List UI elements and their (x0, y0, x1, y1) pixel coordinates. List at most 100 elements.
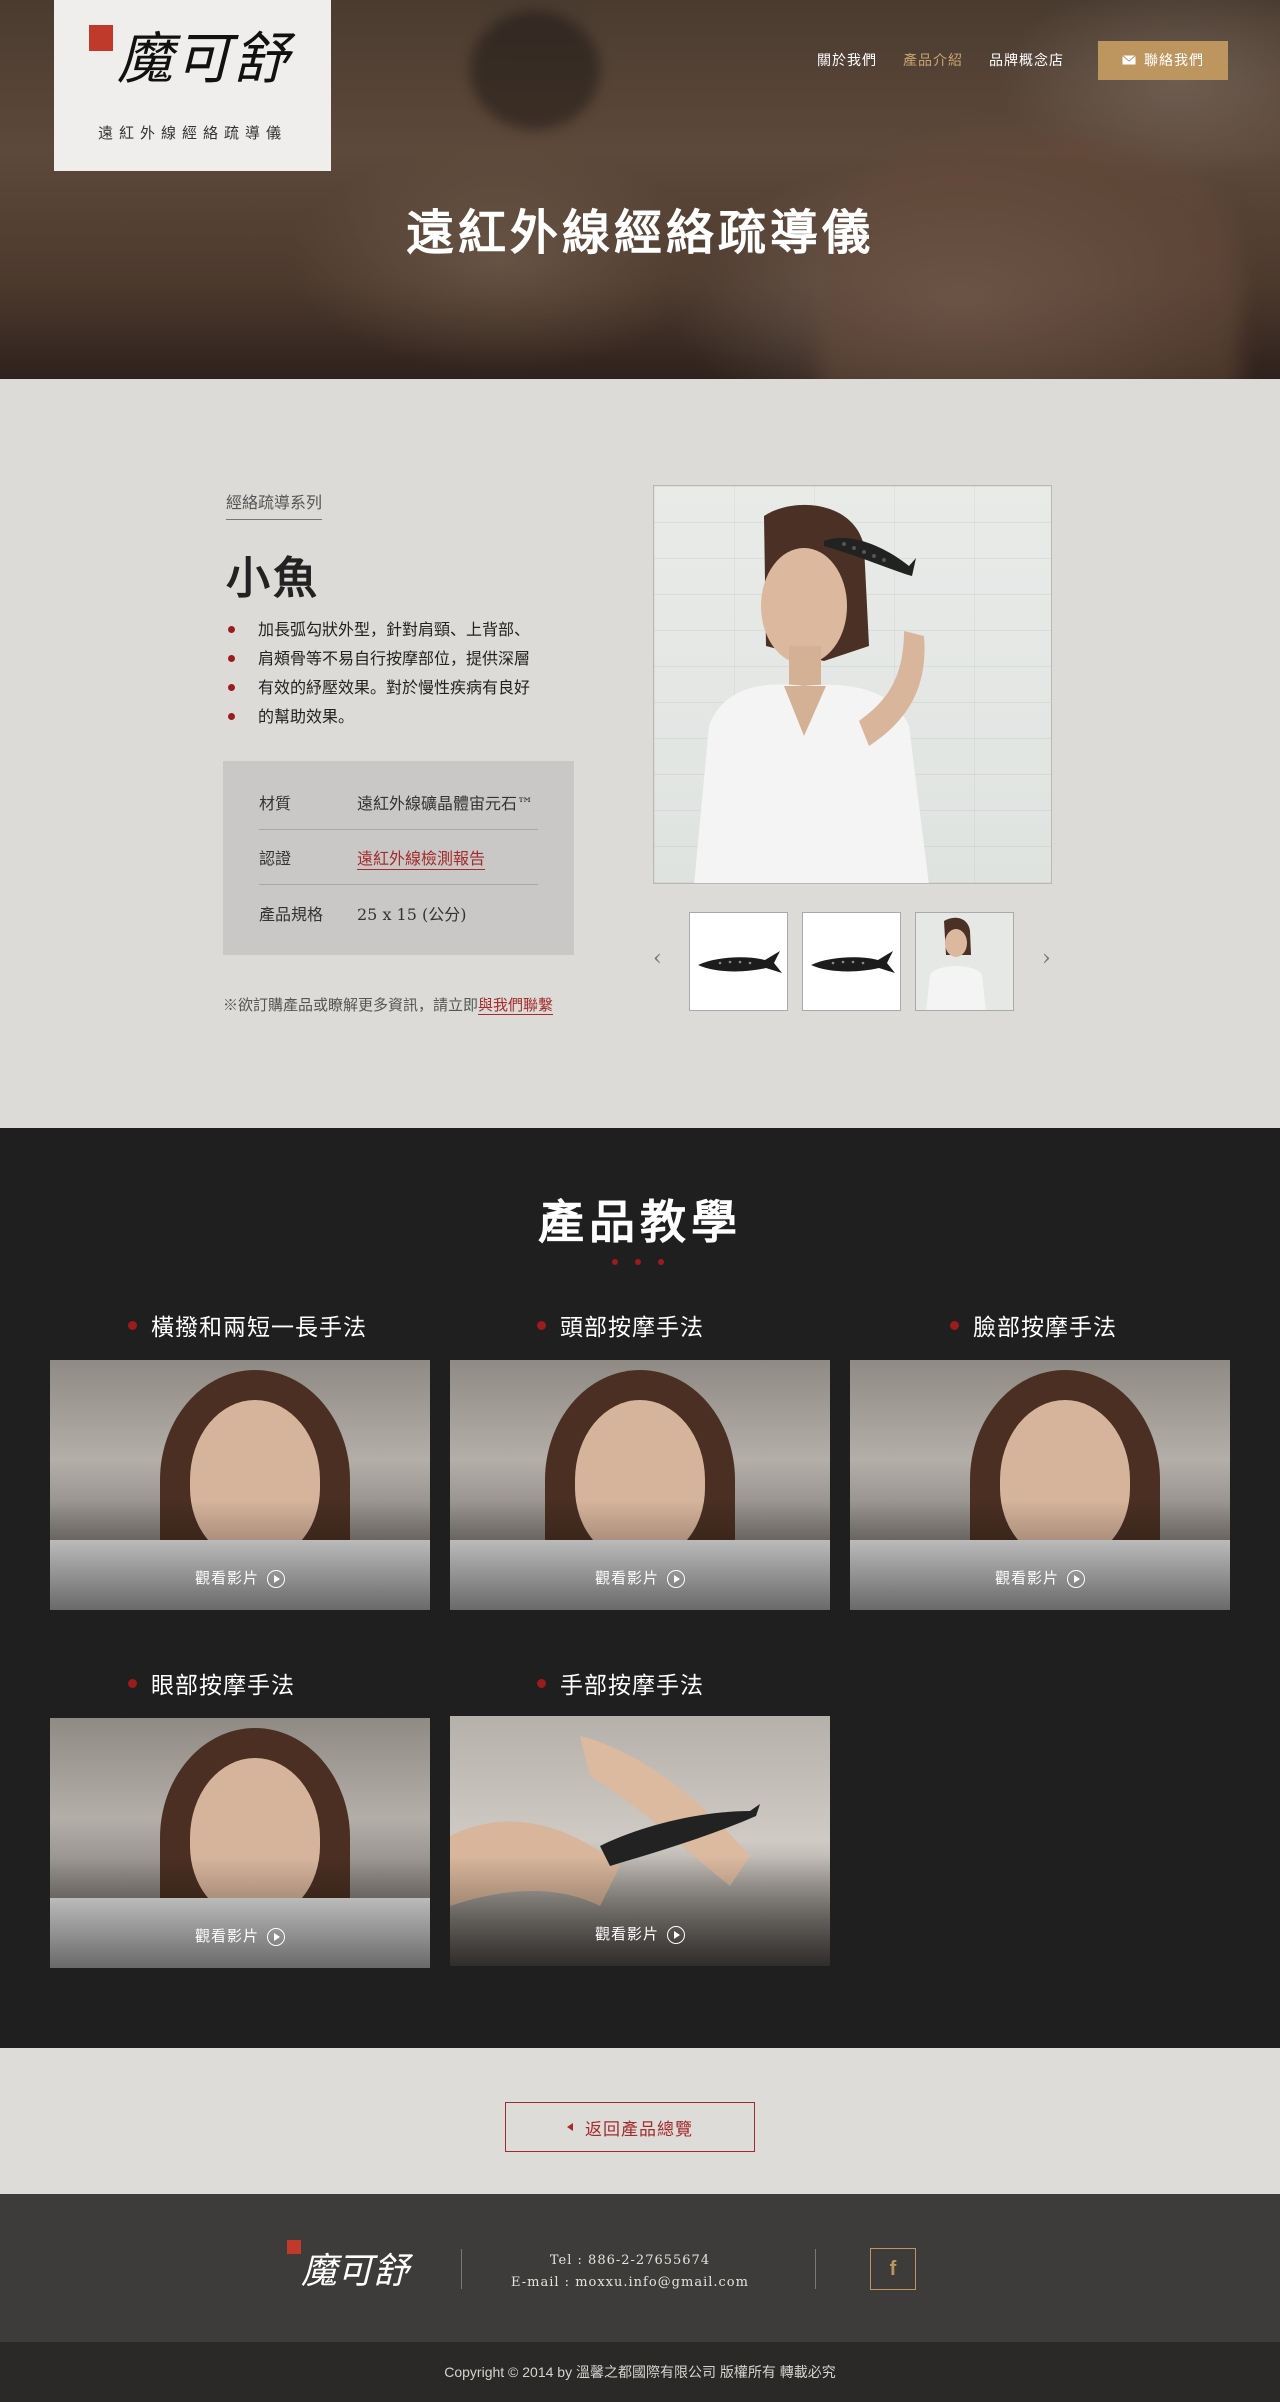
watch-video-link[interactable]: 觀看影片 (850, 1567, 1230, 1588)
watch-video-label: 觀看影片 (594, 1569, 659, 1587)
watch-video-label: 觀看影片 (994, 1569, 1059, 1587)
logo-text: 魔可舒 (117, 27, 291, 92)
tutorial-card-title: 手部按摩手法 (537, 1666, 704, 1700)
contact-us-link[interactable]: 與我們聯繫 (478, 996, 554, 1015)
site-footer: 魔可舒 Tel : 886-2-27655674 E-mail : moxxu.… (0, 2194, 1280, 2342)
play-icon (267, 1570, 285, 1588)
envelope-icon (1122, 55, 1136, 65)
tutorial-video-card[interactable]: 觀看影片 (850, 1360, 1230, 1610)
tutorial-card-title: 臉部按摩手法 (950, 1308, 1117, 1342)
hero-banner: 魔可舒 遠紅外線經絡疏導儀 關於我們 產品介紹 品牌概念店 聯絡我們 遠紅外線經… (0, 0, 1280, 379)
tutorial-video-card[interactable]: 觀看影片 (50, 1718, 430, 1968)
nav-products[interactable]: 產品介紹 (903, 50, 963, 70)
tutorial-card-title-text: 眼部按摩手法 (151, 1673, 295, 1699)
watch-video-link[interactable]: 觀看影片 (50, 1925, 430, 1946)
order-note: ※欲訂購產品或瞭解更多資訊，請立即與我們聯繫 (223, 994, 554, 1015)
back-button-label: 返回產品總覽 (585, 2119, 693, 2140)
gallery-thumbnail[interactable] (689, 912, 788, 1011)
tutorial-video-card[interactable]: 觀看影片 (50, 1360, 430, 1610)
watch-video-link[interactable]: 觀看影片 (50, 1567, 430, 1588)
fish-product-image (811, 951, 895, 973)
product-main-photo (653, 485, 1052, 884)
footer-tel: Tel : 886-2-27655674 (549, 2253, 711, 2268)
product-detail: 經絡疏導系列 小魚 加長弧勾狀外型，針對肩頸、上背部、 肩頰骨等不易自行按摩部位… (0, 379, 1280, 1128)
tutorial-card-title-text: 頭部按摩手法 (560, 1315, 704, 1341)
logo-seal-icon (287, 2240, 301, 2254)
spec-row-material: 材質 遠紅外線礦晶體宙元石™ (259, 775, 538, 830)
tutorial-video-card[interactable]: 觀看影片 (450, 1716, 830, 1966)
hero-background-shape (470, 10, 600, 130)
tutorial-title: 產品教學 (538, 1195, 742, 1249)
spec-value: 遠紅外線礦晶體宙元石™ (357, 794, 534, 813)
play-icon (667, 1926, 685, 1944)
footer-email[interactable]: E-mail : moxxu.info@gmail.com (480, 2272, 780, 2294)
spec-key: 產品規格 (259, 904, 324, 924)
play-icon (267, 1928, 285, 1946)
watch-video-label: 觀看影片 (194, 1927, 259, 1945)
contact-button-label: 聯絡我們 (1144, 53, 1204, 69)
caret-left-icon (567, 2123, 573, 2131)
brand-logo[interactable]: 魔可舒 遠紅外線經絡疏導儀 (54, 0, 331, 171)
spec-row-certification: 認證 遠紅外線檢測報告 (259, 830, 538, 885)
tutorial-card-title: 眼部按摩手法 (128, 1666, 295, 1700)
bullet-dot (128, 1678, 137, 1688)
tutorial-video-card[interactable]: 觀看影片 (450, 1360, 830, 1610)
spec-value: 25 x 15 (公分) (357, 904, 467, 924)
model-with-product-illustration (694, 504, 929, 883)
bullet-dot (128, 1320, 137, 1330)
footer-divider (815, 2249, 816, 2289)
nav-about[interactable]: 關於我們 (817, 50, 877, 70)
tutorial-card-title: 頭部按摩手法 (537, 1308, 704, 1342)
fish-product-image (698, 951, 782, 973)
copyright-text: Copyright © 2014 by 溫馨之都國際有限公司 版權所有 轉載必究 (444, 2364, 836, 2380)
play-icon (1067, 1570, 1085, 1588)
page-title: 遠紅外線經絡疏導儀 (405, 205, 874, 261)
copyright-bar: Copyright © 2014 by 溫馨之都國際有限公司 版權所有 轉載必究 (0, 2342, 1280, 2402)
bullet-dot (537, 1678, 546, 1688)
description-line: 的幫助效果。 (226, 702, 576, 731)
bullet-dot (950, 1320, 959, 1330)
logo-subtitle: 遠紅外線經絡疏導儀 (97, 124, 287, 142)
footer-logo-text: 魔可舒 (301, 2251, 410, 2292)
tutorial-section: 產品教學 橫撥和兩短一長手法 頭部按摩手法 臉部按摩手法 眼部按摩手法 手部按摩… (0, 1128, 1280, 2048)
back-to-products-button[interactable]: 返回產品總覽 (505, 2102, 755, 2152)
gallery-next-arrow[interactable]: › (1042, 946, 1051, 971)
spec-key: 材質 (259, 794, 292, 813)
video-thumbnail-figure (190, 1758, 320, 1918)
nav-stores[interactable]: 品牌概念店 (989, 50, 1064, 70)
watch-video-link[interactable]: 觀看影片 (450, 1923, 830, 1944)
watch-video-label: 觀看影片 (194, 1569, 259, 1587)
gallery-prev-arrow[interactable]: ‹ (653, 946, 662, 971)
watch-video-link[interactable]: 觀看影片 (450, 1567, 830, 1588)
facebook-icon[interactable]: f (870, 2248, 916, 2290)
tutorial-card-title-text: 手部按摩手法 (560, 1673, 704, 1699)
video-thumbnail-figure (1000, 1400, 1130, 1560)
description-line: 有效的紓壓效果。對於慢性疾病有良好 (226, 673, 576, 702)
product-series: 經絡疏導系列 (226, 489, 323, 520)
tutorial-card-title-text: 橫撥和兩短一長手法 (151, 1315, 367, 1341)
footer-contact-info: Tel : 886-2-27655674 E-mail : moxxu.info… (480, 2250, 780, 2294)
order-note-text: ※欲訂購產品或瞭解更多資訊，請立即 (223, 996, 479, 1014)
certification-report-link[interactable]: 遠紅外線檢測報告 (357, 845, 486, 870)
footer-logo[interactable]: 魔可舒 (287, 2240, 417, 2292)
spec-row-size: 產品規格 25 x 15 (公分) (259, 885, 538, 940)
tutorial-card-title: 橫撥和兩短一長手法 (128, 1308, 367, 1342)
product-description: 加長弧勾狀外型，針對肩頸、上背部、 肩頰骨等不易自行按摩部位，提供深層 有效的紓… (226, 615, 576, 731)
watch-video-label: 觀看影片 (594, 1925, 659, 1943)
model-thumbnail-image (926, 917, 986, 1010)
spec-table: 材質 遠紅外線礦晶體宙元石™ 認證 遠紅外線檢測報告 產品規格 25 x 15 … (223, 761, 574, 955)
video-thumbnail-figure (190, 1400, 320, 1560)
spec-key: 認證 (259, 849, 292, 868)
description-line: 加長弧勾狀外型，針對肩頸、上背部、 (226, 615, 576, 644)
play-icon (667, 1570, 685, 1588)
bullet-dot (537, 1320, 546, 1330)
product-name: 小魚 (226, 553, 320, 604)
main-nav: 關於我們 產品介紹 品牌概念店 聯絡我們 (791, 0, 1228, 120)
tutorial-card-title-text: 臉部按摩手法 (973, 1315, 1117, 1341)
gallery-thumbnail-active[interactable] (915, 912, 1014, 1011)
contact-button[interactable]: 聯絡我們 (1098, 40, 1228, 80)
gallery-thumbnail[interactable] (802, 912, 901, 1011)
decorative-dots (612, 1259, 664, 1265)
back-section: 返回產品總覽 (0, 2048, 1280, 2194)
video-thumbnail-figure (575, 1400, 705, 1560)
